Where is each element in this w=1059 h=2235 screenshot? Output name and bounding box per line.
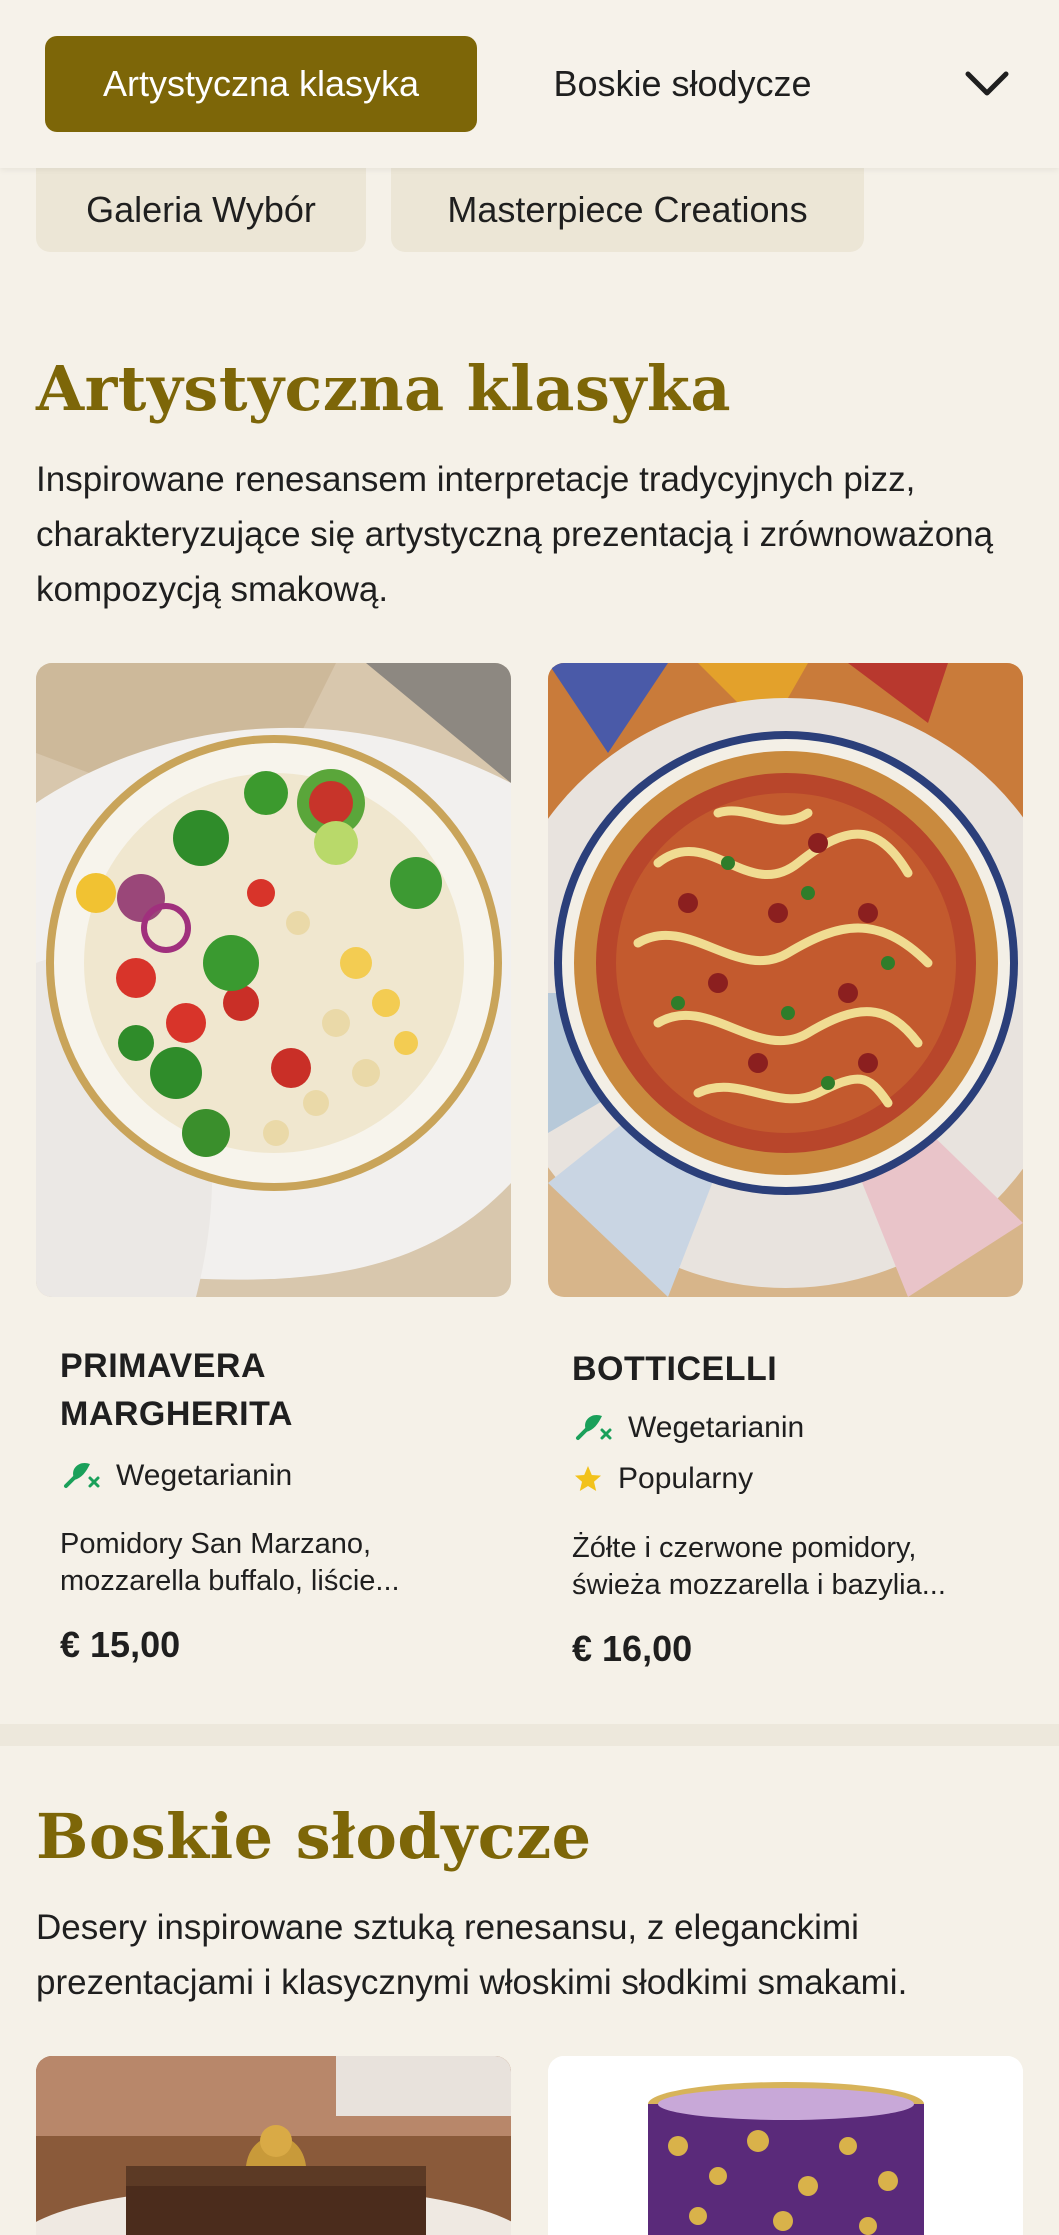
section-description: Inspirowane renesansem interpretacje tra… xyxy=(36,460,994,609)
category-tab-bar: Artystyczna klasyka Boskie słodycze xyxy=(0,0,1059,168)
item-name[interactable]: Primavera Margherita xyxy=(60,1342,480,1438)
vegetarian-icon xyxy=(572,1407,614,1449)
item-name[interactable]: Botticelli xyxy=(572,1345,992,1393)
vegetarian-tag: Wegetarianin xyxy=(572,1407,804,1449)
pizza-photo-botticelli[interactable] xyxy=(548,663,1023,1297)
pizza-photo-primavera[interactable] xyxy=(36,663,511,1297)
item-price: € 15,00 xyxy=(60,1624,181,1665)
subtab-galeria-wybor[interactable]: Galeria Wybór xyxy=(36,168,366,252)
tab-artystyczna-klasyka[interactable]: Artystyczna klasyka xyxy=(45,36,477,132)
dessert-photo[interactable] xyxy=(548,2056,1023,2235)
subtab-masterpiece-creations[interactable]: Masterpiece Creations xyxy=(391,168,864,252)
star-icon xyxy=(572,1458,604,1500)
item-description: Żółte i czerwone pomidory, świeża mozzar… xyxy=(572,1532,946,1601)
section-description: Desery inspirowane sztuką renesansu, z e… xyxy=(36,1908,908,2002)
tab-overflow-fade xyxy=(840,36,950,132)
vegetarian-tag: Wegetarianin xyxy=(60,1455,292,1497)
section-title: Artystyczna klasyka xyxy=(36,352,732,425)
item-price: € 16,00 xyxy=(572,1628,693,1669)
popular-tag: Popularny xyxy=(572,1458,753,1500)
vegetarian-icon xyxy=(60,1455,102,1497)
item-description: Pomidory San Marzano, mozzarella buffalo… xyxy=(60,1528,400,1597)
dessert-photo[interactable] xyxy=(36,2056,511,2235)
section-divider xyxy=(0,1724,1059,1746)
tag-label: Wegetarianin xyxy=(116,1459,293,1492)
chevron-down-icon[interactable] xyxy=(955,52,1019,116)
tag-label: Popularny xyxy=(618,1462,754,1495)
tag-label: Wegetarianin xyxy=(628,1411,805,1444)
tab-boskie-slodycze[interactable]: Boskie słodycze xyxy=(520,36,845,132)
section-title: Boskie słodycze xyxy=(36,1800,592,1873)
